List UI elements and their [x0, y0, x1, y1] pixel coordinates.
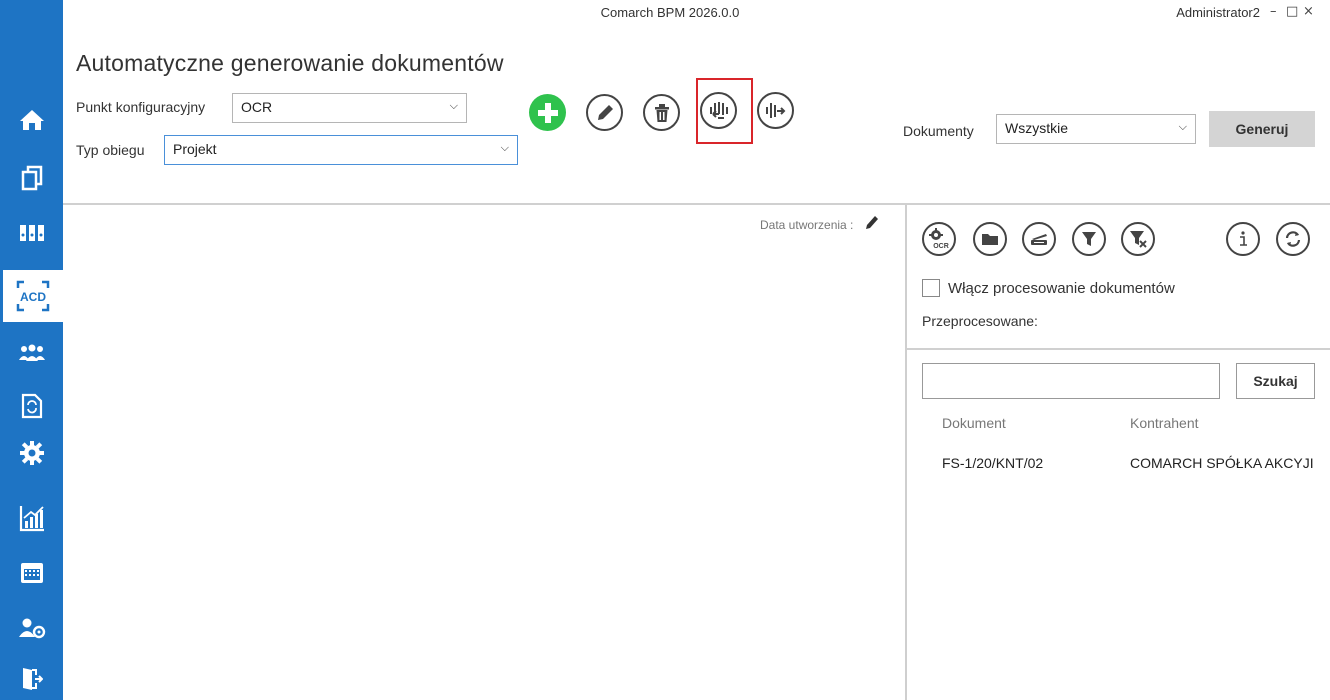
processed-label: Przeprocesowane:: [922, 313, 1038, 329]
exit-icon: [22, 668, 43, 690]
folder-icon: [982, 234, 998, 245]
clear-filter-icon: [1130, 231, 1147, 248]
chart-icon: [19, 506, 44, 532]
export-icon: [765, 102, 785, 118]
user-settings-icon: [18, 618, 45, 639]
filter-button[interactable]: [1072, 222, 1106, 256]
refresh-button[interactable]: [1276, 222, 1310, 256]
refresh-icon: [1285, 231, 1301, 247]
scan-button[interactable]: [1022, 222, 1056, 256]
import-button-highlight: [696, 78, 753, 144]
cell-kontrahent: COMARCH SPÓŁKA AKCYJI: [1130, 455, 1314, 471]
chevron-down-icon: ⌵: [500, 142, 509, 154]
documents-icon: [21, 165, 42, 191]
users-icon: [18, 344, 45, 361]
sidebar-item-documents[interactable]: [0, 155, 63, 201]
clear-filter-button[interactable]: [1121, 222, 1155, 256]
typ-obiegu-select[interactable]: Projekt ⌵: [164, 135, 518, 165]
dokumenty-select[interactable]: Wszystkie ⌵: [996, 114, 1196, 144]
document-exchange-icon: [21, 393, 42, 419]
chevron-down-icon: ⌵: [449, 100, 458, 112]
search-input[interactable]: [922, 363, 1220, 399]
edit-icon: [597, 104, 613, 120]
delete-icon: [654, 103, 669, 122]
generuj-button[interactable]: Generuj: [1209, 111, 1315, 147]
punkt-konfiguracyjny-label: Punkt konfiguracyjny: [76, 99, 206, 115]
column-header-dokument[interactable]: Dokument: [942, 415, 1006, 431]
right-panel-divider: [907, 348, 1330, 350]
info-icon: [1240, 231, 1247, 246]
edit-button[interactable]: [586, 94, 623, 131]
svg-text:OCR: OCR: [933, 243, 949, 250]
typ-obiegu-value: Projekt: [173, 141, 217, 157]
add-button[interactable]: [529, 94, 566, 131]
info-button[interactable]: [1226, 222, 1260, 256]
chevron-down-icon: ⌵: [1178, 121, 1187, 133]
sidebar-item-acd[interactable]: ACD: [0, 270, 63, 322]
edit-icon[interactable]: [865, 215, 879, 231]
sidebar-item-document-exchange[interactable]: [0, 383, 63, 429]
acd-icon-label: ACD: [20, 290, 46, 304]
open-folder-button[interactable]: [973, 222, 1007, 256]
home-icon: [19, 110, 44, 130]
scanner-icon: [1031, 234, 1047, 245]
ocr-settings-icon: OCR: [929, 228, 949, 250]
search-button[interactable]: Szukaj: [1236, 363, 1315, 399]
minimize-button[interactable]: –: [1270, 4, 1277, 19]
sidebar-item-settings[interactable]: [0, 430, 63, 476]
header-divider: [63, 203, 1330, 205]
ocr-settings-button[interactable]: OCR: [922, 222, 956, 256]
calendar-icon: [20, 563, 43, 583]
punkt-konfiguracyjny-select[interactable]: OCR ⌵: [232, 93, 467, 123]
close-button[interactable]: ×: [1303, 4, 1314, 19]
filter-icon: [1082, 232, 1096, 246]
dokumenty-label: Dokumenty: [903, 123, 974, 139]
export-button[interactable]: [757, 92, 794, 129]
delete-button[interactable]: [643, 94, 680, 131]
sidebar-item-home[interactable]: [0, 97, 63, 143]
maximize-button[interactable]: □: [1286, 4, 1298, 19]
processing-checkbox-label: Włącz procesowanie dokumentów: [948, 280, 1175, 297]
gear-icon: [19, 441, 44, 465]
add-icon: [537, 102, 558, 123]
panel-divider: [905, 205, 907, 700]
cell-dokument: FS-1/20/KNT/02: [942, 455, 1044, 471]
page-title: Automatyczne generowanie dokumentów: [76, 50, 504, 76]
binders-icon: [19, 225, 44, 241]
user-name: Administrator2: [1176, 5, 1260, 20]
column-header-kontrahent[interactable]: Kontrahent: [1130, 415, 1199, 431]
punkt-konfiguracyjny-value: OCR: [241, 99, 273, 115]
processing-checkbox[interactable]: [922, 279, 940, 297]
sidebar-item-user-settings[interactable]: [0, 605, 63, 651]
dokumenty-value: Wszystkie: [1005, 120, 1068, 136]
sidebar-item-exit[interactable]: [0, 656, 63, 700]
sidebar-item-binders[interactable]: [0, 210, 63, 256]
date-sort-label[interactable]: Data utworzenia :: [760, 218, 853, 232]
sidebar-item-users[interactable]: [0, 330, 63, 376]
window-title: Comarch BPM 2026.0.0: [600, 5, 740, 20]
acd-icon: ACD: [16, 280, 50, 312]
typ-obiegu-label: Typ obiegu: [76, 142, 145, 158]
sidebar-item-calendar[interactable]: [0, 550, 63, 596]
sidebar: ACD: [0, 0, 63, 700]
sidebar-item-reports[interactable]: [0, 495, 63, 541]
